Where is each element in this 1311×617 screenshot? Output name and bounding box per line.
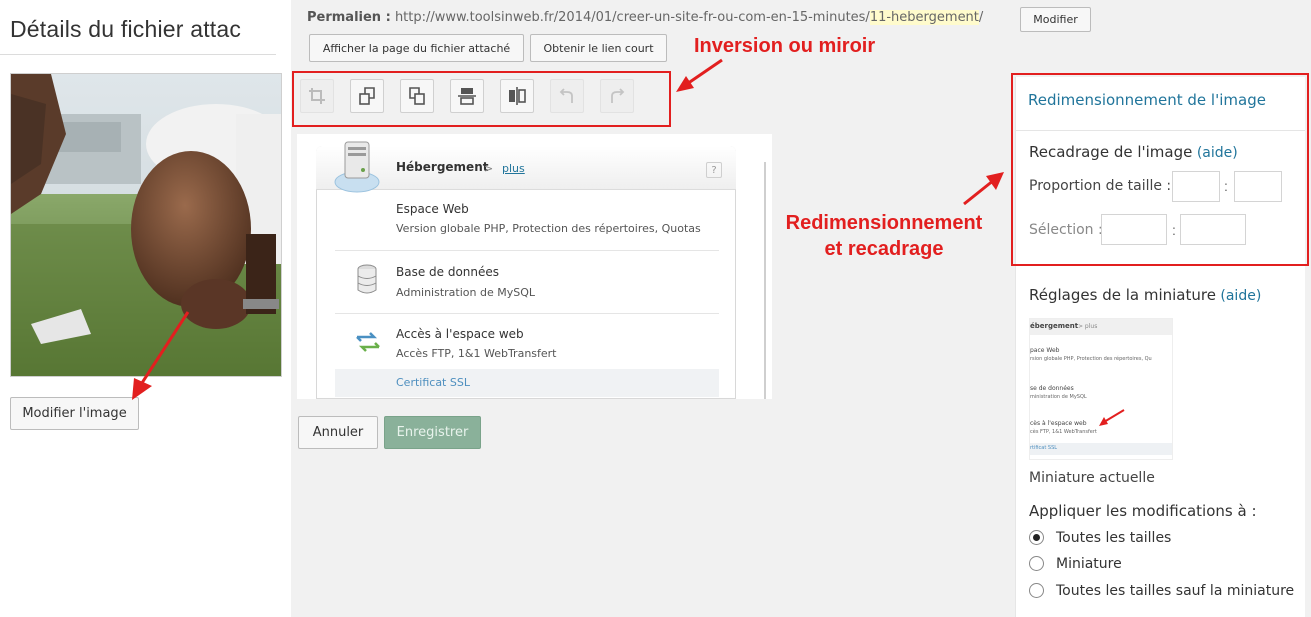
selection-separator: : xyxy=(1172,222,1176,238)
apply-all-sizes-radio[interactable] xyxy=(1029,530,1044,545)
thumb-more: > plus xyxy=(1078,323,1098,330)
preview-row-subtitle: Administration de MySQL xyxy=(396,286,536,299)
preview-row-title: Accès à l'espace web xyxy=(396,327,524,341)
crop-help-link[interactable]: (aide) xyxy=(1197,145,1238,161)
rotate-left-button[interactable] xyxy=(350,79,384,113)
preview-more-link: plus xyxy=(502,162,525,175)
thumbnail-title-text: Réglages de la miniature xyxy=(1029,286,1216,304)
annotation-arrow-resize xyxy=(963,172,1004,206)
cancel-button[interactable]: Annuler xyxy=(298,416,378,449)
permalink-base-url: http://www.toolsinweb.fr/2014/01/creer-u… xyxy=(394,10,870,25)
transfer-arrows-icon xyxy=(356,332,380,352)
annotation-resize-crop: Redimensionnement et recadrage xyxy=(774,210,994,262)
rotate-left-icon xyxy=(359,87,375,105)
title-divider xyxy=(0,54,276,55)
thumb-row-title: se de données xyxy=(1030,385,1074,392)
annotation-arrow-edit-button xyxy=(132,311,190,400)
preview-row-title: Espace Web xyxy=(396,202,469,216)
thumbnail-settings-title: Réglages de la miniature (aide) xyxy=(1029,286,1261,305)
thumb-row-sub: ministration de MySQL xyxy=(1030,394,1087,400)
thumb-row-title: pace Web xyxy=(1030,347,1060,354)
ratio-separator: : xyxy=(1224,178,1228,194)
resize-image-toggle[interactable]: Redimensionnement de l'image xyxy=(1028,91,1266,109)
preview-row-subtitle: Accès FTP, 1&1 WebTransfert xyxy=(396,347,557,360)
edit-permalink-button[interactable]: Modifier xyxy=(1020,7,1091,32)
redo-button[interactable] xyxy=(600,79,634,113)
preview-row-divider xyxy=(335,313,719,314)
flip-horizontal-icon xyxy=(509,87,526,105)
selection-width-input[interactable] xyxy=(1101,214,1167,245)
apply-thumbnail-label: Miniature xyxy=(1056,556,1122,572)
preview-row-subtitle: Version globale PHP, Protection des répe… xyxy=(396,222,701,235)
thumbnail-preview: ébergement > plus pace Web rsion globale… xyxy=(1029,318,1173,460)
apply-thumbnail-radio[interactable] xyxy=(1029,556,1044,571)
preview-ssl-link: Certificat SSL xyxy=(396,376,470,389)
attachment-details-title: Détails du fichier attac xyxy=(10,16,242,42)
preview-row-divider xyxy=(335,250,719,251)
thumb-row-sub: cès FTP, 1&1 WebTransfert xyxy=(1030,429,1097,435)
thumb-row-sub: rsion globale PHP, Protection des répert… xyxy=(1030,356,1152,362)
permalink-label: Permalien : xyxy=(307,10,391,25)
thumb-title: ébergement xyxy=(1030,322,1079,330)
selection-label: Sélection : xyxy=(1029,222,1103,238)
rotate-right-icon xyxy=(409,87,425,105)
get-short-link-button[interactable]: Obtenir le lien court xyxy=(530,34,667,62)
aspect-ratio-label: Proportion de taille : xyxy=(1029,178,1172,194)
preview-row-title: Base de données xyxy=(396,265,500,279)
redo-icon xyxy=(611,88,625,103)
thumbnail-help-link[interactable]: (aide) xyxy=(1220,288,1261,304)
apply-all-sizes-label: Toutes les tailles xyxy=(1056,530,1172,546)
aspect-ratio-height-input[interactable] xyxy=(1234,171,1282,202)
undo-button[interactable] xyxy=(550,79,584,113)
apply-all-except-thumbnail-label: Toutes les tailles sauf la miniature xyxy=(1056,583,1295,599)
preview-ssl-row xyxy=(335,369,719,397)
permalink-row: Permalien : http://www.toolsinweb.fr/201… xyxy=(307,10,983,25)
thumb-ssl: rtificat SSL xyxy=(1030,445,1058,451)
preview-help-icon: ? xyxy=(706,162,722,178)
save-button[interactable]: Enregistrer xyxy=(384,416,481,449)
apply-changes-title: Appliquer les modifications à : xyxy=(1029,502,1257,520)
current-thumbnail-label: Miniature actuelle xyxy=(1029,470,1155,486)
crop-icon xyxy=(309,88,325,104)
undo-icon xyxy=(559,88,573,103)
view-attachment-page-button[interactable]: Afficher la page du fichier attaché xyxy=(309,34,524,62)
rotate-right-button[interactable] xyxy=(400,79,434,113)
crop-title-text: Recadrage de l'image xyxy=(1029,143,1193,161)
crop-section-title: Recadrage de l'image (aide) xyxy=(1029,143,1238,162)
flip-horizontal-button[interactable] xyxy=(500,79,534,113)
database-icon xyxy=(357,264,377,294)
selection-height-input[interactable] xyxy=(1180,214,1246,245)
thumb-row-title: cès à l'espace web xyxy=(1030,420,1087,427)
thumb-annotation-arrow xyxy=(1099,409,1125,426)
annotation-arrow-toolbar xyxy=(676,58,723,92)
preview-vertical-rule xyxy=(764,162,766,399)
server-cloud-icon xyxy=(334,141,380,193)
flip-vertical-button[interactable] xyxy=(450,79,484,113)
apply-all-except-thumbnail-radio[interactable] xyxy=(1029,583,1044,598)
crop-button[interactable] xyxy=(300,79,334,113)
permalink-trailing: / xyxy=(978,10,984,25)
flip-vertical-icon xyxy=(458,88,476,105)
annotation-resize-line2: et recadrage xyxy=(824,238,944,260)
preview-title: Hébergement xyxy=(396,160,489,174)
preview-more-prefix: > xyxy=(484,162,494,175)
permalink-slug[interactable]: 11-hebergement xyxy=(869,10,979,25)
annotation-resize-line1: Redimensionnement xyxy=(785,212,983,234)
aspect-ratio-width-input[interactable] xyxy=(1172,171,1220,202)
